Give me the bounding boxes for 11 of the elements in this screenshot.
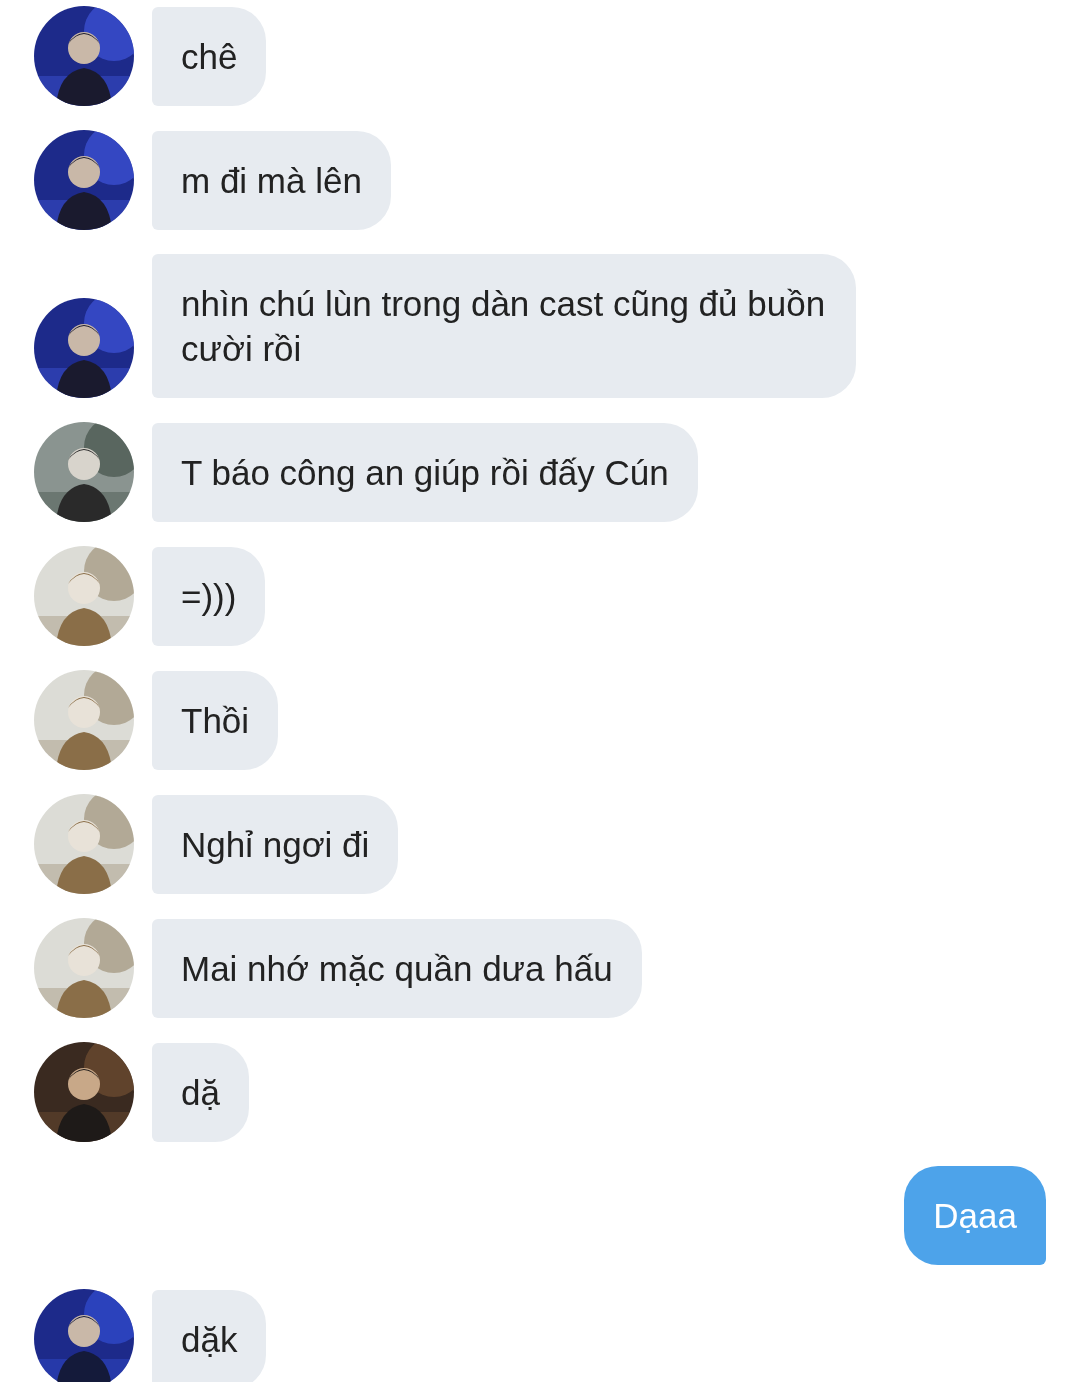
message-bubble: T báo công an giúp rồi đấy Cún [152,423,698,522]
message-bubble: chê [152,7,267,106]
message-bubble: dặk [152,1290,267,1382]
message-bubble: m đi mà lên [152,131,391,230]
message-bubble: =))) [152,547,266,646]
message-bubble: Thồi [152,671,279,770]
message-bubble: nhìn chú lùn trong dàn cast cũng đủ buồn cười rồi [152,254,856,398]
message-bubble: dặ [152,1043,249,1142]
message-bubble: Nghỉ ngơi đi [152,795,399,894]
message-bubble: Dạaa [904,1166,1046,1265]
message-bubble: Mai nhớ mặc quần dưa hấu [152,919,642,1018]
